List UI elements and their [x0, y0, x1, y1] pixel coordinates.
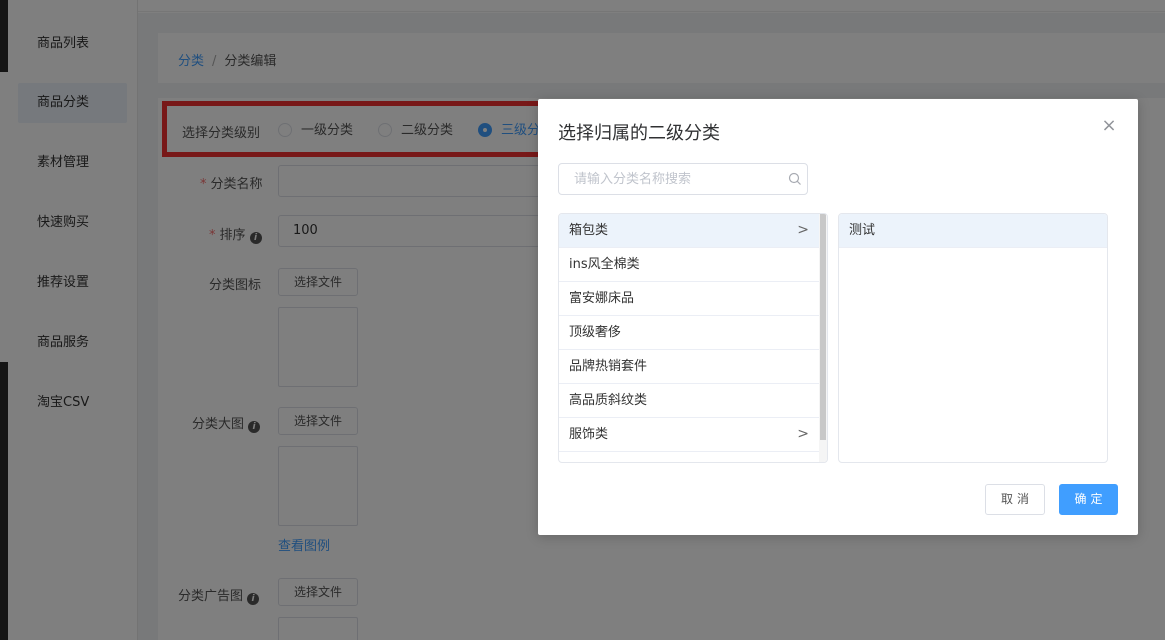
select-parent-category-dialog: 选择归属的二级分类 × 箱包类 > ins风全棉类 富安娜床品 顶级奢侈 品牌热销…	[538, 99, 1138, 535]
third-level-category-list: 测试	[838, 213, 1108, 463]
list-item-bags[interactable]: 箱包类 >	[559, 214, 819, 248]
search-icon[interactable]	[788, 172, 802, 186]
list-item-ins-cotton[interactable]: ins风全棉类	[559, 248, 819, 282]
scrollbar-thumb[interactable]	[820, 214, 826, 440]
list-item-label: 服饰类	[569, 427, 609, 442]
list-scrollbar[interactable]	[819, 214, 827, 462]
list-item-label: 箱包类	[569, 223, 609, 238]
chevron-right-icon: >	[797, 222, 809, 238]
list-item-label: 品牌热销套件	[569, 359, 648, 374]
list-item-label: ins风全棉类	[569, 257, 640, 272]
list-item-label: 高品质斜纹类	[569, 393, 648, 408]
category-search-box	[558, 163, 808, 195]
list-item-twill[interactable]: 高品质斜纹类	[559, 384, 819, 418]
dialog-title: 选择归属的二级分类	[558, 123, 720, 144]
close-icon[interactable]: ×	[1100, 117, 1118, 135]
confirm-button[interactable]: 确定	[1059, 484, 1118, 515]
list-item-brand-hot-sets[interactable]: 品牌热销套件	[559, 350, 819, 384]
category-search-input[interactable]	[560, 165, 778, 193]
list-item-fuanna-bedding[interactable]: 富安娜床品	[559, 282, 819, 316]
chevron-right-icon: >	[797, 426, 809, 442]
list-item-label: 顶级奢侈	[569, 325, 622, 340]
list-item-label: 测试	[849, 223, 876, 238]
list-item-test[interactable]: 测试	[839, 214, 1107, 248]
second-level-category-list: 箱包类 > ins风全棉类 富安娜床品 顶级奢侈 品牌热销套件 高品质斜纹类 服饰…	[558, 213, 828, 463]
list-item-label: 富安娜床品	[569, 291, 635, 306]
list-item-apparel[interactable]: 服饰类 >	[559, 418, 819, 452]
list-item-luxury[interactable]: 顶级奢侈	[559, 316, 819, 350]
cancel-button[interactable]: 取消	[985, 484, 1045, 515]
